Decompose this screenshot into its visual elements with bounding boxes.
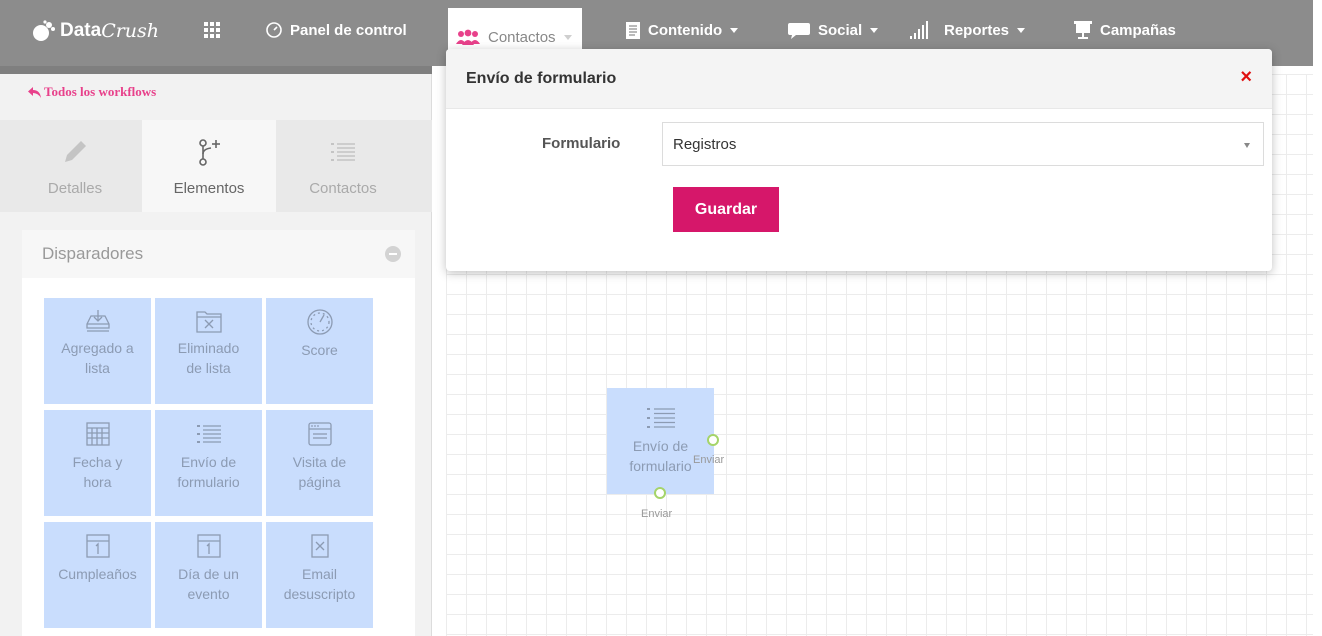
- back-to-workflows-link[interactable]: Todos los workflows: [28, 84, 156, 100]
- nav-campaigns-label: Campañas: [1100, 21, 1176, 39]
- tile-label-line1: Score: [301, 342, 338, 358]
- nav-content[interactable]: Contenido: [626, 20, 739, 40]
- nav-campaigns[interactable]: Campañas: [1074, 20, 1176, 40]
- presentation-icon: [1074, 20, 1092, 39]
- workflow-sidebar: Todos los workflows Detalles Elementos C…: [0, 74, 432, 636]
- trigger-event-day[interactable]: Día de un evento: [155, 522, 262, 628]
- node-label-line1: Envío de: [632, 438, 689, 454]
- inbox-download-icon: [85, 310, 110, 332]
- nav-reports-label: Reportes: [944, 21, 1010, 39]
- tile-label-line1: Fecha y: [72, 454, 123, 470]
- tile-label-line1: Eliminado: [177, 340, 240, 356]
- browser-window-icon: [307, 422, 332, 446]
- tile-label-line1: Agregado a: [61, 340, 134, 356]
- people-icon: [456, 29, 480, 45]
- sidebar-header-strip: [0, 66, 432, 74]
- trigger-birthday[interactable]: Cumpleaños: [44, 522, 151, 628]
- tile-label-line2: evento: [187, 586, 230, 602]
- list-icon: [331, 143, 355, 161]
- apps-grid-icon: [204, 22, 220, 38]
- chevron-down-icon: [730, 27, 739, 33]
- brand-name-crush: Crush: [101, 20, 160, 42]
- branch-add-icon: [199, 139, 220, 166]
- pencil-icon: [65, 141, 86, 162]
- tile-label-line2: de lista: [186, 360, 231, 376]
- chevron-down-icon: [870, 27, 879, 33]
- tile-label-line2: desuscripto: [283, 586, 356, 602]
- modal-title: Envío de formulario: [466, 69, 617, 87]
- node-bottom-anchor[interactable]: [654, 487, 666, 499]
- save-button[interactable]: Guardar: [673, 187, 779, 232]
- folder-remove-icon: [195, 311, 222, 333]
- document-icon: [626, 21, 640, 39]
- node-right-anchor[interactable]: [707, 434, 719, 446]
- tab-elements-label: Elementos: [173, 180, 245, 197]
- document-x-icon: [310, 534, 329, 558]
- tile-label-line1: Email: [301, 566, 337, 582]
- trigger-removed-from-list[interactable]: Eliminado de lista: [155, 298, 262, 404]
- gauge-icon: [306, 309, 333, 335]
- close-icon[interactable]: ×: [1240, 67, 1252, 87]
- collapse-icon[interactable]: [385, 246, 401, 262]
- nav-dashboard-label: Panel de control: [290, 21, 407, 39]
- reply-arrow-icon: [28, 86, 41, 98]
- brand-name-data: Data: [60, 20, 102, 41]
- trigger-page-visit[interactable]: Visita de página: [266, 410, 373, 516]
- tab-contacts-label: Contactos: [309, 180, 377, 197]
- nav-social[interactable]: Social: [788, 20, 879, 40]
- form-select[interactable]: Registros: [662, 122, 1264, 166]
- dashboard-gauge-icon: [266, 22, 282, 38]
- calendar-one-icon: [85, 534, 110, 558]
- nav-dashboard[interactable]: Panel de control: [266, 20, 407, 40]
- tab-details-label: Detalles: [47, 180, 103, 197]
- nav-social-label: Social: [818, 21, 863, 39]
- node-label-line2: formulario: [629, 458, 692, 474]
- chevron-down-icon: [1017, 27, 1026, 33]
- sidebar-tabs: Detalles Elementos Contactos: [0, 120, 432, 212]
- trigger-date-time[interactable]: Fecha y hora: [44, 410, 151, 516]
- tile-label-line1: Envío de: [180, 454, 237, 470]
- nav-contacts-label: Contactos: [488, 28, 556, 46]
- tab-elements[interactable]: Elementos: [142, 120, 276, 212]
- trigger-score[interactable]: Score: [266, 298, 373, 404]
- tab-contacts[interactable]: Contactos: [276, 120, 410, 212]
- apps-grid-button[interactable]: [204, 20, 228, 40]
- form-submit-modal: Envío de formulario × Formulario Registr…: [446, 49, 1272, 271]
- workflow-node-form-submit[interactable]: Envío de formulario: [607, 388, 714, 494]
- brand-logo[interactable]: Data Crush: [30, 20, 159, 42]
- tile-label-line2: lista: [85, 360, 110, 376]
- list-icon: [196, 425, 221, 443]
- tile-label-line2: formulario: [177, 474, 240, 490]
- form-select-value: Registros: [673, 135, 737, 153]
- nav-reports[interactable]: Reportes: [910, 20, 1026, 40]
- trigger-form-submit[interactable]: Envío de formulario: [155, 410, 262, 516]
- tile-label-line2: página: [298, 474, 341, 490]
- triggers-header[interactable]: Disparadores: [22, 230, 415, 278]
- right-anchor-label: Enviar: [693, 454, 725, 466]
- list-icon: [646, 408, 675, 428]
- calendar-grid-icon: [85, 422, 110, 446]
- tab-details[interactable]: Detalles: [8, 120, 142, 212]
- bottom-anchor-label: Enviar: [641, 508, 673, 520]
- nav-content-label: Contenido: [648, 21, 723, 39]
- form-field-label: Formulario: [542, 135, 621, 152]
- tile-label-line2: hora: [83, 474, 112, 490]
- triggers-panel: Disparadores Agregado a lista Eliminado …: [22, 230, 415, 636]
- trigger-added-to-list[interactable]: Agregado a lista: [44, 298, 151, 404]
- signal-bars-icon: [910, 21, 928, 39]
- modal-header: Envío de formulario ×: [446, 49, 1272, 109]
- chevron-down-icon: [563, 34, 572, 40]
- back-to-workflows-label: Todos los workflows: [44, 84, 157, 99]
- tile-label-line1: Día de un: [178, 566, 239, 582]
- tile-label-line1: Cumpleaños: [58, 566, 137, 582]
- tile-label-line1: Visita de: [292, 454, 347, 470]
- calendar-one-icon: [196, 534, 221, 558]
- triggers-title: Disparadores: [42, 244, 144, 263]
- trigger-email-unsubscribed[interactable]: Email desuscripto: [266, 522, 373, 628]
- brand-logo-icon: [30, 20, 56, 42]
- chevron-down-icon: [1244, 143, 1250, 148]
- speech-bubble-icon: [788, 22, 810, 39]
